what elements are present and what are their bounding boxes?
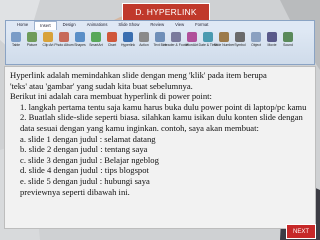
- slide-title: D. HYPERLINK: [122, 3, 210, 21]
- slide-number-icon: [219, 32, 229, 42]
- smartart-icon: [91, 32, 101, 42]
- ribbon-button-object[interactable]: Object: [249, 32, 263, 47]
- wordart-icon: [187, 32, 197, 42]
- ribbon-button-photo-album[interactable]: Photo Album: [54, 32, 74, 47]
- ribbon-button-label: Object: [251, 43, 261, 47]
- next-button[interactable]: NEXT: [286, 224, 316, 239]
- picture-icon: [27, 32, 37, 42]
- ribbon-button-label: Symbol: [234, 43, 246, 47]
- ribbon-button-label: Sound: [283, 43, 293, 47]
- table-icon: [11, 32, 21, 42]
- ribbon-button-label: Clip Art: [42, 43, 54, 47]
- intro-line-2: 'teks' atau 'gambar' yang sudah kita bua…: [10, 80, 193, 91]
- step-item: d. slide 4 dengan judul : tips blogspot: [20, 165, 149, 176]
- ribbon-tab-view[interactable]: View: [170, 21, 189, 30]
- ribbon-button-hyperlink[interactable]: Hyperlink: [121, 32, 135, 47]
- date-time-icon: [203, 32, 213, 42]
- ribbon-button-label: Picture: [26, 43, 38, 47]
- step-item: e. slide 5 dengan judul : hubungi saya: [20, 175, 150, 186]
- shapes-icon: [75, 32, 85, 42]
- ribbon-button-slide-number[interactable]: Slide Number: [214, 32, 234, 47]
- step-item: 2. Buatlah slide-slide seperti biasa. si…: [20, 112, 303, 133]
- steps-list: 1. langkah pertama tentu saja kamu harus…: [10, 102, 311, 197]
- step-item: 1. langkah pertama tentu saja kamu harus…: [20, 101, 307, 112]
- ribbon-button-label: Table: [11, 43, 21, 47]
- header-footer-icon: [171, 32, 181, 42]
- movie-icon: [267, 32, 277, 42]
- ribbon-button-movie[interactable]: Movie: [265, 32, 279, 47]
- ribbon-button-table[interactable]: Table: [9, 32, 23, 47]
- ribbon-button-picture[interactable]: Picture: [25, 32, 39, 47]
- ribbon-button-sound[interactable]: Sound: [281, 32, 295, 47]
- ribbon-button-symbol[interactable]: Symbol: [233, 32, 247, 47]
- photo-album-icon: [59, 32, 69, 42]
- ribbon-button-label: Shapes: [74, 43, 86, 47]
- object-icon: [251, 32, 261, 42]
- intro-line-3: Berikut ini adalah cara membuat hyperlin…: [10, 91, 212, 102]
- ribbon-button-wordart[interactable]: WordArt: [185, 32, 199, 47]
- content-panel: Hyperlink adalah memindahkan slide denga…: [4, 66, 316, 229]
- step-item: a. slide 1 dengan judul : selamat datang: [20, 133, 156, 144]
- hyperlink-icon: [123, 32, 133, 42]
- step-item: previewnya seperti dibawah ini.: [20, 186, 130, 197]
- ribbon-button-header-footer[interactable]: Header & Footer: [163, 32, 189, 47]
- ribbon-button-group: Table Picture Clip Art Photo Album Shapes Sma…: [6, 30, 314, 49]
- ribbon-button-shapes[interactable]: Shapes: [73, 32, 87, 47]
- symbol-icon: [235, 32, 245, 42]
- chart-icon: [107, 32, 117, 42]
- ribbon-tab-insert[interactable]: Insert: [34, 21, 57, 30]
- ribbon-button-label: Movie: [267, 43, 277, 47]
- ribbon-button-chart[interactable]: Chart: [105, 32, 119, 47]
- intro-line-1: Hyperlink adalah memindahkan slide denga…: [10, 70, 267, 80]
- action-icon: [139, 32, 149, 42]
- ribbon-button-label: Chart: [107, 43, 117, 47]
- ribbon-tab-review[interactable]: Review: [145, 21, 169, 30]
- ribbon-button-clip-art[interactable]: Clip Art: [41, 32, 55, 47]
- ribbon-tab-design[interactable]: Design: [58, 21, 81, 30]
- text-box-icon: [155, 32, 165, 42]
- clip-art-icon: [43, 32, 53, 42]
- ribbon-screenshot: Home Insert Design Animations Slide Show Revi…: [5, 20, 315, 65]
- ribbon-button-smartart[interactable]: SmartArt: [89, 32, 103, 47]
- ribbon-button-label: Action: [139, 43, 149, 47]
- step-item: c. slide 3 dengan judul : Belajar ngeblo…: [20, 154, 159, 165]
- step-item: b. slide 2 dengan judul : tentang saya: [20, 144, 148, 155]
- ribbon-button-label: Hyperlink: [120, 43, 136, 47]
- ribbon-tab-home[interactable]: Home: [12, 21, 33, 30]
- ribbon-button-label: WordArt: [185, 43, 199, 47]
- ribbon-button-label: SmartArt: [89, 43, 103, 47]
- ribbon-button-label: Slide Number: [213, 43, 235, 47]
- ribbon-tab-format[interactable]: Format: [190, 21, 213, 30]
- ribbon-tab-bar: Home Insert Design Animations Slide Show Revi…: [6, 21, 314, 30]
- sound-icon: [283, 32, 293, 42]
- ribbon-tab-animations[interactable]: Animations: [82, 21, 113, 30]
- ribbon-tab-slide-show[interactable]: Slide Show: [113, 21, 144, 30]
- ribbon-button-action[interactable]: Action: [137, 32, 151, 47]
- ribbon-button-label: Photo Album: [54, 43, 74, 47]
